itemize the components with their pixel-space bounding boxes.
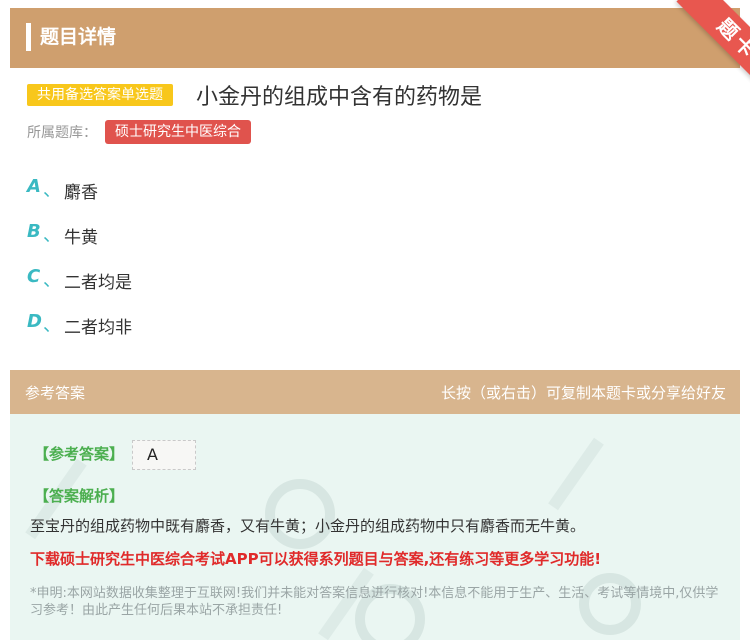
option-letter: C: [27, 266, 41, 287]
option-letter: A: [27, 176, 41, 197]
question-title: 小金丹的组成中含有的药物是: [196, 85, 483, 110]
question-type-badge: 共用备选答案单选题: [27, 84, 173, 106]
answer-panel: 【参考答案】 A 【答案解析】 至宝丹的组成药物中既有麝香，又有牛黄；小金丹的组…: [10, 414, 740, 640]
copy-share-hint[interactable]: 长按（或右击）可复制本题卡或分享给好友: [441, 382, 726, 403]
option-separator: 、: [43, 270, 61, 291]
ribbon-label: 题卡: [676, 0, 750, 90]
download-app-promo[interactable]: 下载硕士研究生中医综合考试APP可以获得系列题目与答案,还有练习等更多学习功能!: [30, 548, 601, 569]
question-bank-tag[interactable]: 硕士研究生中医综合: [105, 120, 251, 144]
analysis-label: 【答案解析】: [34, 487, 125, 505]
reference-answer-value: A: [132, 440, 196, 470]
option-separator: 、: [43, 225, 61, 246]
answer-header: 参考答案 长按（或右击）可复制本题卡或分享给好友: [10, 370, 740, 414]
detail-header: 题目详情: [10, 8, 740, 68]
question-bank-label: 所属题库：: [27, 125, 97, 141]
disclaimer-text: *申明:本网站数据收集整理于互联网!我们并未能对答案信息进行核对!本信息不能用于…: [30, 586, 719, 618]
option-letter: B: [27, 221, 41, 242]
header-accent-bar: [26, 23, 31, 51]
option-text: 二者均是: [64, 273, 132, 293]
option-letter: D: [27, 311, 42, 332]
option-text: 二者均非: [64, 318, 132, 338]
answer-header-title: 参考答案: [25, 384, 86, 402]
header-title: 题目详情: [40, 26, 117, 48]
reference-answer-label: 【参考答案】: [34, 445, 125, 463]
option-text: 牛黄: [64, 228, 98, 248]
analysis-text: 至宝丹的组成药物中既有麝香，又有牛黄；小金丹的组成药物中只有麝香而无牛黄。: [30, 517, 586, 535]
option-text: 麝香: [64, 183, 98, 203]
option-separator: 、: [43, 180, 61, 201]
card-ribbon[interactable]: 题卡: [660, 0, 750, 90]
option-separator: 、: [43, 315, 61, 336]
